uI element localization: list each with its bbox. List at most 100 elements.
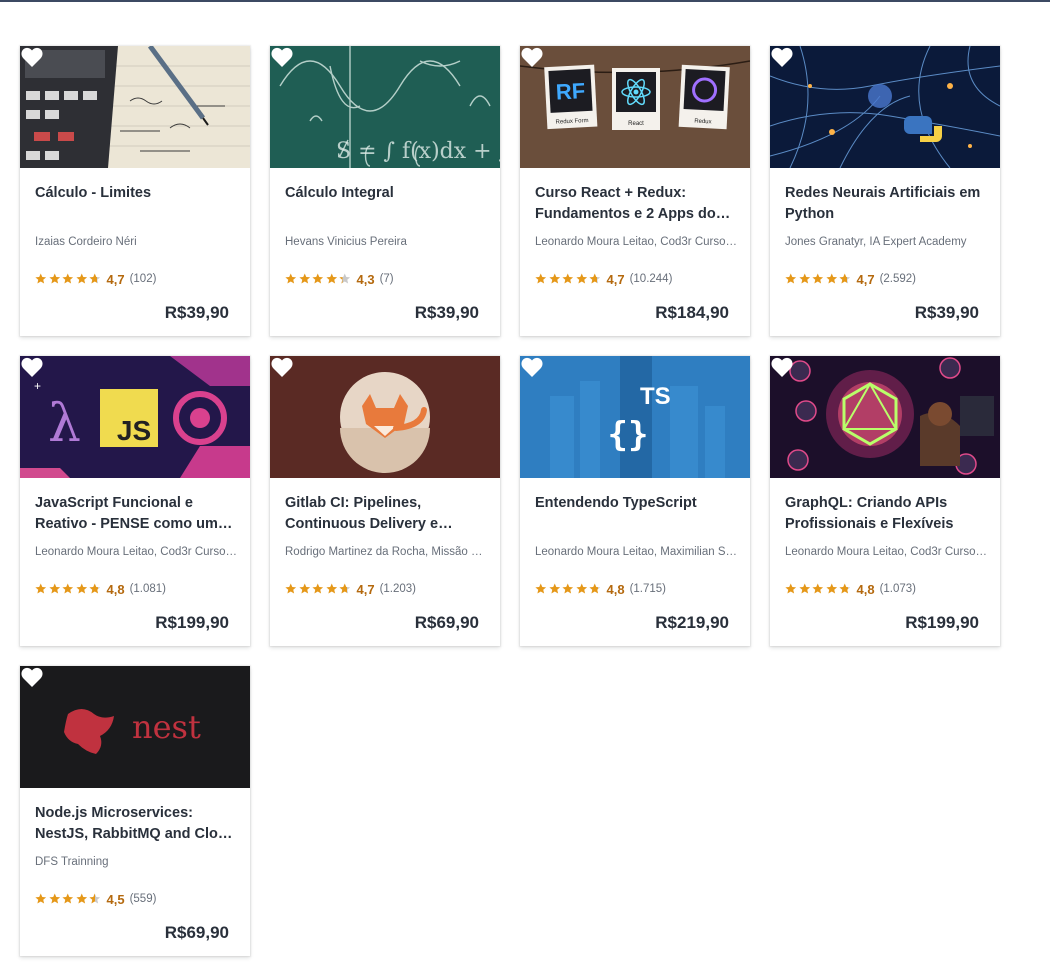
rating-row: 4,7 (102) (35, 271, 156, 287)
rating-row: 4,8 (1.073) (785, 581, 916, 597)
star-icon (35, 583, 47, 594)
star-icon (812, 273, 824, 284)
star-rating (785, 273, 851, 285)
star-icon (575, 273, 587, 284)
course-thumbnail: S = ∫ f(x)dx + ∫ (270, 46, 500, 168)
course-author: Leonardo Moura Leitao, Cod3r Cursos Onli… (785, 546, 990, 558)
review-count: (1.081) (129, 583, 167, 595)
review-count: (7) (379, 273, 394, 285)
star-icon (548, 273, 560, 284)
javascript-image: λ JS + (20, 356, 250, 478)
heart-icon[interactable] (770, 356, 794, 378)
star-icon (785, 273, 797, 284)
nest-logo-label: nest (132, 708, 201, 746)
course-card[interactable]: RF Redux Form React Redux Curso React + … (520, 46, 750, 336)
rating-value: 4,7 (106, 271, 125, 287)
rating-value: 4,5 (106, 891, 125, 907)
star-icon (825, 273, 837, 284)
course-thumbnail (20, 46, 250, 168)
heart-icon[interactable] (20, 356, 44, 378)
course-card[interactable]: GraphQL: Criando APIs Profissionais e Fl… (770, 356, 1000, 646)
star-icon (62, 273, 74, 284)
rating-row: 4,5 (559) (35, 891, 156, 907)
heart-icon[interactable] (20, 46, 44, 68)
star-icon (785, 583, 797, 594)
review-count: (559) (129, 893, 157, 905)
rating-value: 4,8 (606, 581, 625, 597)
review-count: (102) (129, 273, 157, 285)
rating-value: 4,8 (856, 581, 875, 597)
course-title[interactable]: Node.js Microservices: NestJS, RabbitMQ … (35, 803, 240, 847)
course-thumbnail: nest (20, 666, 250, 788)
course-title[interactable]: Cálculo - Limites (35, 183, 240, 227)
course-title[interactable]: Redes Neurais Artificiais em Python (785, 183, 990, 227)
rating-value: 4,8 (106, 581, 125, 597)
star-icon (312, 583, 324, 594)
course-thumbnail (770, 356, 1000, 478)
rating-row: 4,8 (1.081) (35, 581, 166, 597)
star-rating (535, 583, 601, 595)
star-rating (285, 273, 351, 285)
heart-icon[interactable] (520, 356, 544, 378)
course-author: Jones Granatyr, IA Expert Academy (785, 236, 967, 248)
heart-icon[interactable] (520, 46, 544, 68)
star-icon (298, 583, 310, 594)
star-rating (285, 583, 351, 595)
star-icon (548, 583, 560, 594)
star-icon (839, 583, 851, 594)
svg-text:λ: λ (48, 394, 81, 454)
neural-python-image (770, 46, 1000, 168)
chalkboard-image: S = ∫ f(x)dx + ∫ (270, 46, 500, 168)
rating-row: 4,7 (10.244) (535, 271, 672, 287)
course-title[interactable]: Gitlab CI: Pipelines, Continuous Deliver… (285, 493, 490, 537)
heart-icon[interactable] (20, 666, 44, 688)
star-icon (75, 893, 87, 904)
rating-value: 4,3 (356, 271, 375, 287)
course-title[interactable]: Entendendo TypeScript (535, 493, 740, 537)
rating-row: 4,7 (1.203) (285, 581, 416, 597)
star-icon (589, 583, 601, 594)
star-icon (48, 273, 60, 284)
svg-text:+: + (34, 379, 41, 393)
star-icon (89, 583, 101, 594)
course-author: Leonardo Moura Leitao, Cod3r Cursos Onli… (535, 236, 740, 248)
course-card[interactable]: Gitlab CI: Pipelines, Continuous Deliver… (270, 356, 500, 646)
star-icon (325, 273, 337, 284)
star-icon (75, 273, 87, 284)
top-divider (0, 0, 1050, 2)
ts-logo-label: TS (640, 383, 671, 410)
course-card[interactable]: TS {} Entendendo TypeScript Leonardo Mou… (520, 356, 750, 646)
course-title[interactable]: JavaScript Funcional e Reativo - PENSE c… (35, 493, 240, 537)
star-icon (825, 583, 837, 594)
course-card[interactable]: nest Node.js Microservices: NestJS, Rabb… (20, 666, 250, 956)
star-icon (312, 273, 324, 284)
graphql-image (770, 356, 1000, 478)
heart-icon[interactable] (270, 356, 294, 378)
course-price: R$39,90 (914, 303, 979, 322)
typescript-image: TS {} (520, 356, 750, 478)
course-title[interactable]: GraphQL: Criando APIs Profissionais e Fl… (785, 493, 990, 537)
calculator-image (20, 46, 250, 168)
course-thumbnail: RF Redux Form React Redux (520, 46, 750, 168)
course-thumbnail: λ JS + (20, 356, 250, 478)
star-icon (839, 273, 851, 284)
course-title[interactable]: Cálculo Integral (285, 183, 490, 227)
gitlab-fox-image (270, 356, 500, 478)
heart-icon[interactable] (270, 46, 294, 68)
star-rating (35, 583, 101, 595)
course-card[interactable]: Redes Neurais Artificiais em Python Jone… (770, 46, 1000, 336)
course-card[interactable]: Cálculo - Limites Izaias Cordeiro Néri 4… (20, 46, 250, 336)
star-icon (562, 273, 574, 284)
course-price: R$39,90 (164, 303, 229, 322)
course-price: R$199,90 (155, 613, 229, 632)
course-title[interactable]: Curso React + Redux: Fundamentos e 2 App… (535, 183, 740, 227)
course-card[interactable]: S = ∫ f(x)dx + ∫ Cálculo Integral Hevans… (270, 46, 500, 336)
course-card[interactable]: λ JS + JavaScript Funcional e Reativo - … (20, 356, 250, 646)
course-author: Rodrigo Martinez da Rocha, Missão DevOps (285, 546, 490, 558)
course-price: R$69,90 (164, 923, 229, 942)
course-price: R$219,90 (655, 613, 729, 632)
heart-icon[interactable] (770, 46, 794, 68)
course-price: R$39,90 (414, 303, 479, 322)
course-author: Izaias Cordeiro Néri (35, 236, 137, 248)
star-icon (62, 893, 74, 904)
